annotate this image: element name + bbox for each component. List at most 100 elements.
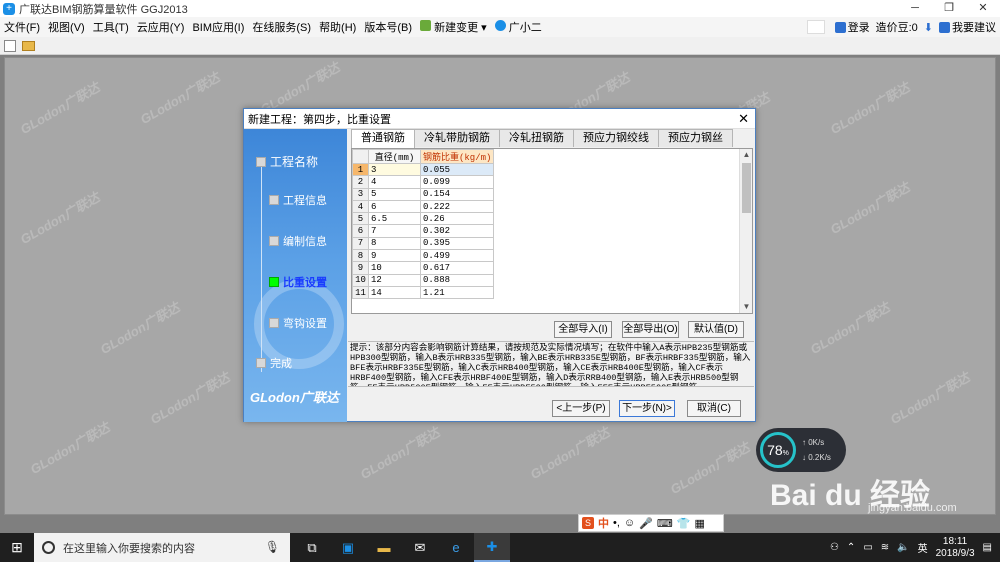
keyboard-icon[interactable]: ⌨ [657,517,673,530]
default-values-button[interactable]: 默认值(D) [688,321,744,338]
file-explorer-icon[interactable]: ▬ [366,533,402,562]
menu-version[interactable]: 版本号(B) [360,19,416,35]
step-label: 工程信息 [283,195,327,207]
edge-icon[interactable]: e [438,533,474,562]
import-all-button[interactable]: 全部导入(I) [554,321,612,338]
battery-icon[interactable]: ▭ [863,542,872,553]
tab-prestressed-strand[interactable]: 预应力钢绞线 [573,129,659,147]
cell-weight[interactable]: 0.222 [419,199,495,214]
microphone-icon[interactable]: 🎙 [265,540,280,554]
next-step-button[interactable]: 下一步(N)> [619,400,675,417]
table-row[interactable]: 10 12 0.888 [352,273,495,287]
cell-weight[interactable]: 0.617 [419,261,495,275]
table-row[interactable]: 4 6 0.222 [352,199,495,214]
memory-percent-unit: % [782,450,789,457]
network-icon[interactable]: ≋ [881,542,889,553]
table-scrollbar[interactable]: ▲ ▼ [739,149,752,313]
cell-diameter[interactable]: 14 [368,285,421,300]
export-all-button[interactable]: 全部导出(O) [622,321,679,338]
volume-icon[interactable]: 🔈 [897,542,909,553]
windows-start-icon[interactable]: ⊞ [0,539,34,556]
new-file-icon[interactable] [4,39,16,52]
voice-icon[interactable]: 🎤 [639,517,653,530]
taskbar-clock[interactable]: 18:11 2018/9/3 [936,536,975,560]
mail-icon[interactable]: ✉ [402,533,438,562]
table-row[interactable]: 2 4 0.099 [352,175,495,189]
cell-weight[interactable]: 0.055 [419,162,495,177]
people-icon[interactable]: ⚇ [830,542,839,553]
menu-tools[interactable]: 工具(T) [89,19,133,35]
cell-weight[interactable]: 0.154 [419,187,495,201]
menu-search-box[interactable] [806,20,825,34]
cell-diameter[interactable]: 6.5 [368,212,421,226]
punctuation-icon[interactable]: •, [613,517,620,529]
cell-diameter[interactable]: 8 [368,236,421,251]
step-box-icon [256,358,266,368]
suggest-button[interactable]: 我要建议 [939,19,996,35]
cell-diameter[interactable]: 4 [368,175,421,189]
table-row[interactable]: 7 8 0.395 [352,236,495,251]
table-row[interactable]: 11 14 1.21 [352,285,495,300]
new-change-icon [420,20,432,31]
cell-weight[interactable]: 0.499 [419,249,495,263]
scroll-up-icon[interactable]: ▲ [740,149,752,161]
menu-online[interactable]: 在线服务(S) [248,19,315,35]
glodon-taskbar-icon[interactable]: ✚ [474,533,510,562]
cell-diameter[interactable]: 5 [368,187,421,201]
menu-file[interactable]: 文件(F) [0,19,44,35]
cell-diameter[interactable]: 10 [368,261,421,275]
menu-guangxiaoer[interactable]: 广小二 [491,19,546,35]
cell-weight[interactable]: 0.395 [419,236,495,251]
input-method-icon[interactable]: 英 [918,540,928,555]
table-row[interactable]: 9 10 0.617 [352,261,495,275]
table-row[interactable]: 1 3 0.055 [352,162,495,177]
tray-arrow-icon[interactable]: ⌃ [847,542,855,553]
menu-help[interactable]: 帮助(H) [315,19,360,35]
table-row[interactable]: 6 7 0.302 [352,224,495,238]
download-icon[interactable]: ⬇ [924,21,933,34]
cell-weight[interactable]: 0.302 [419,224,495,238]
network-speed-widget[interactable]: 78% ↑ 0K/s ↓ 0.2K/s [756,428,846,472]
tab-normal-rebar[interactable]: 普通钢筋 [351,129,415,148]
notification-icon[interactable]: ▤ [983,542,992,553]
cell-weight[interactable]: 0.26 [419,212,495,226]
table-row[interactable]: 5 6.5 0.26 [352,212,495,226]
task-view-icon[interactable]: ⧉ [294,533,330,562]
menu-new-change[interactable]: 新建变更 ▾ [416,19,491,35]
dialog-close-icon[interactable]: ✕ [738,111,749,127]
title-bar: + 广联达BIM钢筋算量软件 GGJ2013 ─ ❐ ✕ [0,0,1000,17]
emoji-icon[interactable]: ☺ [624,517,635,529]
cancel-button[interactable]: 取消(C) [687,400,741,417]
cell-diameter[interactable]: 9 [368,249,421,263]
maximize-icon[interactable]: ❐ [932,0,966,17]
cell-diameter[interactable]: 12 [368,273,421,287]
open-folder-icon[interactable] [22,40,35,51]
cell-weight[interactable]: 1.21 [419,285,495,300]
table-row[interactable]: 3 5 0.154 [352,187,495,201]
cell-weight[interactable]: 0.099 [419,175,495,189]
taskbar-search[interactable]: 在这里输入你要搜索的内容 🎙 [34,533,290,562]
cell-diameter[interactable]: 7 [368,224,421,238]
menu-bim[interactable]: BIM应用(I) [188,19,248,35]
cell-diameter[interactable]: 6 [368,199,421,214]
prev-step-button[interactable]: <上一步(P) [552,400,610,417]
close-icon[interactable]: ✕ [966,0,1000,17]
login-button[interactable]: 登录 [834,19,870,35]
table-row[interactable]: 8 9 0.499 [352,249,495,263]
scroll-thumb[interactable] [742,163,751,213]
step-compile-info: 编制信息 [269,233,327,249]
sogou-icon[interactable]: S [582,517,594,529]
skin-icon[interactable]: 👕 [677,517,691,530]
menu-view[interactable]: 视图(V) [44,19,89,35]
toolbox-icon[interactable]: ▦ [694,517,704,530]
minimize-icon[interactable]: ─ [898,0,932,17]
scroll-down-icon[interactable]: ▼ [740,301,752,313]
menu-cloud[interactable]: 云应用(Y) [133,19,189,35]
tab-prestressed-wire[interactable]: 预应力钢丝 [658,129,733,147]
app-tile-icon[interactable]: ▣ [330,533,366,562]
cell-weight[interactable]: 0.888 [419,273,495,287]
ime-language[interactable]: 中 [598,515,609,531]
tab-cold-rolled-ribbed[interactable]: 冷轧带肋钢筋 [414,129,500,147]
tab-cold-rolled-twisted[interactable]: 冷轧扭钢筋 [499,129,574,147]
cell-diameter[interactable]: 3 [368,162,421,177]
